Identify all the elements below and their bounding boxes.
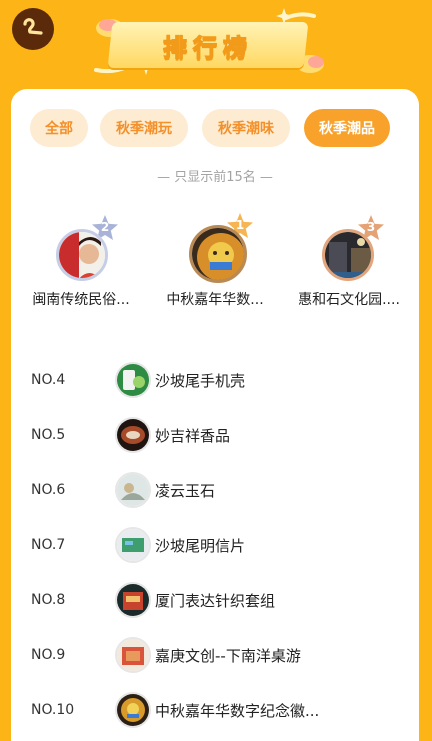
tab-autumn-play[interactable]: 秋季潮玩 <box>100 109 188 147</box>
item-name: 沙坡尾明信片 <box>155 536 246 555</box>
podium-name: 中秋嘉年华数... <box>166 292 264 308</box>
list-item[interactable]: NO.9 嘉庚文创--下南洋桌游 <box>11 628 419 682</box>
list-item[interactable]: NO.10 中秋嘉年华数字纪念徽... <box>11 683 419 737</box>
item-name: 厦门表达针织套组 <box>155 591 276 610</box>
rank-label: NO.10 <box>31 702 75 718</box>
podium-rank-1[interactable]: 1 中秋嘉年华数... <box>150 213 280 313</box>
ranking-card: 全部 秋季潮玩 秋季潮味 秋季潮品 — 只显示前15名 — 2 闽南传统民俗..… <box>11 89 419 741</box>
rank-label: NO.8 <box>31 592 66 608</box>
podium-rank-2[interactable]: 2 闽南传统民俗... <box>16 213 146 313</box>
title-banner: 排行榜 <box>88 6 338 78</box>
item-thumbnail <box>115 527 151 563</box>
item-name: 中秋嘉年华数字纪念徽... <box>155 701 320 720</box>
back-arrow-icon <box>20 14 46 44</box>
item-thumbnail <box>115 417 151 453</box>
podium-name: 惠和石文化园.... <box>298 292 400 308</box>
page-title: 排行榜 <box>162 33 253 62</box>
item-thumbnail <box>115 582 151 618</box>
rank-label: NO.9 <box>31 647 66 663</box>
podium-rank-3[interactable]: 3 惠和石文化园.... <box>284 213 414 313</box>
list-item[interactable]: NO.8 厦门表达针织套组 <box>11 573 419 627</box>
category-tabs: 全部 秋季潮玩 秋季潮味 秋季潮品 <box>30 109 409 147</box>
avatar <box>56 229 108 281</box>
list-item[interactable]: NO.6 凌云玉石 <box>11 463 419 517</box>
podium-name: 闽南传统民俗... <box>32 292 130 308</box>
tab-all[interactable]: 全部 <box>30 109 88 147</box>
rank-label: NO.4 <box>31 372 66 388</box>
tab-autumn-goods[interactable]: 秋季潮品 <box>304 109 390 147</box>
item-name: 凌云玉石 <box>155 481 216 500</box>
back-button[interactable] <box>12 8 54 50</box>
rank-label: NO.5 <box>31 427 66 443</box>
list-item[interactable]: NO.5 妙吉祥香品 <box>11 408 419 462</box>
item-thumbnail <box>115 637 151 673</box>
top15-hint: — 只显示前15名 — <box>157 170 273 185</box>
avatar <box>322 229 374 281</box>
list-item[interactable]: NO.7 沙坡尾明信片 <box>11 518 419 572</box>
avatar <box>189 225 247 283</box>
tab-autumn-taste[interactable]: 秋季潮味 <box>202 109 290 147</box>
item-thumbnail <box>115 362 151 398</box>
item-name: 嘉庚文创--下南洋桌游 <box>155 646 301 665</box>
list-item[interactable]: NO.4 沙坡尾手机壳 <box>11 353 419 407</box>
item-name: 妙吉祥香品 <box>155 426 231 445</box>
rank-label: NO.7 <box>31 537 66 553</box>
item-thumbnail <box>115 692 151 728</box>
item-name: 沙坡尾手机壳 <box>155 371 246 390</box>
item-thumbnail <box>115 472 151 508</box>
rank-label: NO.6 <box>31 482 66 498</box>
